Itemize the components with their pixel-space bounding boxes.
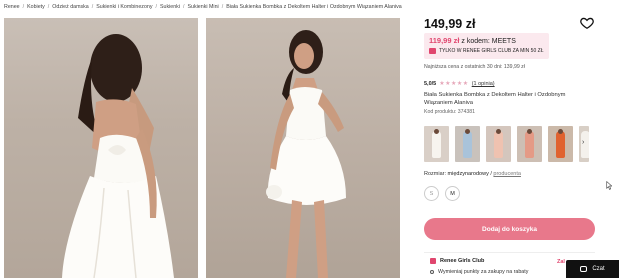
product-code: Kod produktu: 374381 <box>424 109 476 115</box>
variant-dress <box>494 131 503 158</box>
star-icon: ★ <box>451 81 457 87</box>
club-icon <box>429 48 436 54</box>
chat-button[interactable]: Czat <box>566 260 619 278</box>
rating-stars: ★ ★ ★ ★ ★ <box>439 81 468 87</box>
promo-box: 119,99 zł z kodem: MEETS TYLKO W RENEE G… <box>424 33 549 59</box>
variant-dress <box>525 131 534 158</box>
size-option-s[interactable]: S <box>424 186 439 201</box>
breadcrumb-item[interactable]: Sukienki Mini <box>188 4 219 10</box>
product-price: 149,99 zł <box>424 17 476 31</box>
promo-club-line: TYLKO W RENEE GIRLS CLUB ZA MIN 50 ZŁ <box>429 48 544 54</box>
size-label: Rozmiar: <box>424 171 447 177</box>
breadcrumb-item[interactable]: Kobiety <box>27 4 45 10</box>
club-benefit: Wymieniaj punkty za zakupy na rabaty <box>430 269 528 275</box>
chevron-right-icon[interactable]: › <box>582 139 584 146</box>
promo-price: 119,99 zł <box>429 36 460 45</box>
breadcrumb-current[interactable]: Biała Sukienka Bombka z Dekoltem Halter … <box>226 4 401 10</box>
variant-dress <box>432 131 441 158</box>
size-info: Rozmiar: międzynarodowy / producenta <box>424 171 521 177</box>
club-icon <box>430 258 436 264</box>
model-back-illustration <box>62 34 174 278</box>
variant-head <box>558 129 563 134</box>
club-benefit-text: Wymieniaj punkty za zakupy na rabaty <box>438 269 529 275</box>
variant-thumbnail[interactable] <box>517 126 542 162</box>
wishlist-heart-icon[interactable] <box>580 16 594 30</box>
variant-head <box>496 129 501 134</box>
star-icon: ★ <box>445 81 451 87</box>
mouse-cursor-icon <box>606 177 613 195</box>
breadcrumb: Renee / Kobiety / Odzież damska / Sukienki … <box>4 2 402 12</box>
size-producer-link[interactable]: producenta <box>493 171 521 177</box>
variant-thumbnail[interactable] <box>486 126 511 162</box>
size-options: S M <box>424 186 466 201</box>
size-system: międzynarodowy <box>447 171 489 177</box>
promo-club-text: TYLKO W RENEE GIRLS CLUB ZA MIN 50 ZŁ <box>439 48 544 54</box>
color-variants <box>424 126 589 162</box>
chat-label: Czat <box>592 266 605 272</box>
variant-dress <box>556 131 565 158</box>
breadcrumb-separator: / <box>155 4 157 10</box>
breadcrumb-item[interactable]: Renee <box>4 4 20 10</box>
club-join-link[interactable]: Zal <box>557 259 565 265</box>
chat-bubble-icon <box>580 266 588 272</box>
size-separator: / <box>490 171 492 177</box>
opinions-link[interactable]: (1 opinia) <box>472 81 495 87</box>
product-photo-front[interactable] <box>206 18 400 278</box>
variant-head <box>434 129 439 134</box>
breadcrumb-item[interactable]: Odzież damska <box>52 4 89 10</box>
variant-thumbnail[interactable] <box>455 126 480 162</box>
breadcrumb-item[interactable]: Sukienki <box>160 4 180 10</box>
benefit-bullet-icon <box>430 270 434 274</box>
rating-row: 5,0/5 ★ ★ ★ ★ ★ (1 opinia) <box>424 81 495 87</box>
variant-thumbnail[interactable] <box>424 126 449 162</box>
breadcrumb-separator: / <box>22 4 25 10</box>
breadcrumb-item[interactable]: Sukienki i Kombinezony <box>96 4 152 10</box>
breadcrumb-separator: / <box>221 4 224 10</box>
club-title-text: Renee Girls Club <box>440 258 485 264</box>
breadcrumb-separator: / <box>183 4 185 10</box>
promo-code-line: 119,99 zł z kodem: MEETS <box>429 36 544 45</box>
variant-head <box>527 129 532 134</box>
size-option-m[interactable]: M <box>445 186 460 201</box>
product-title: Biała Sukienka Bombka z Dekoltem Halter … <box>424 92 566 106</box>
rating-score: 5,0/5 <box>424 81 437 87</box>
star-icon: ★ <box>462 81 469 87</box>
club-title: Renee Girls Club <box>430 258 484 264</box>
breadcrumb-separator: / <box>91 4 94 10</box>
variant-head <box>465 129 470 134</box>
star-icon: ★ <box>456 81 463 87</box>
promo-code-text: z kodem: MEETS <box>461 38 516 45</box>
variant-dress <box>463 131 472 158</box>
variant-thumbnail[interactable] <box>548 126 573 162</box>
star-icon: ★ <box>439 81 445 87</box>
breadcrumb-separator: / <box>47 4 50 10</box>
add-to-cart-button[interactable]: Dodaj do koszyka <box>424 218 595 240</box>
lowest-price-info: Najniższa cena z ostatnich 30 dni: 139,9… <box>424 64 525 70</box>
model-front-illustration <box>266 30 346 278</box>
product-photo-back[interactable] <box>4 18 198 278</box>
